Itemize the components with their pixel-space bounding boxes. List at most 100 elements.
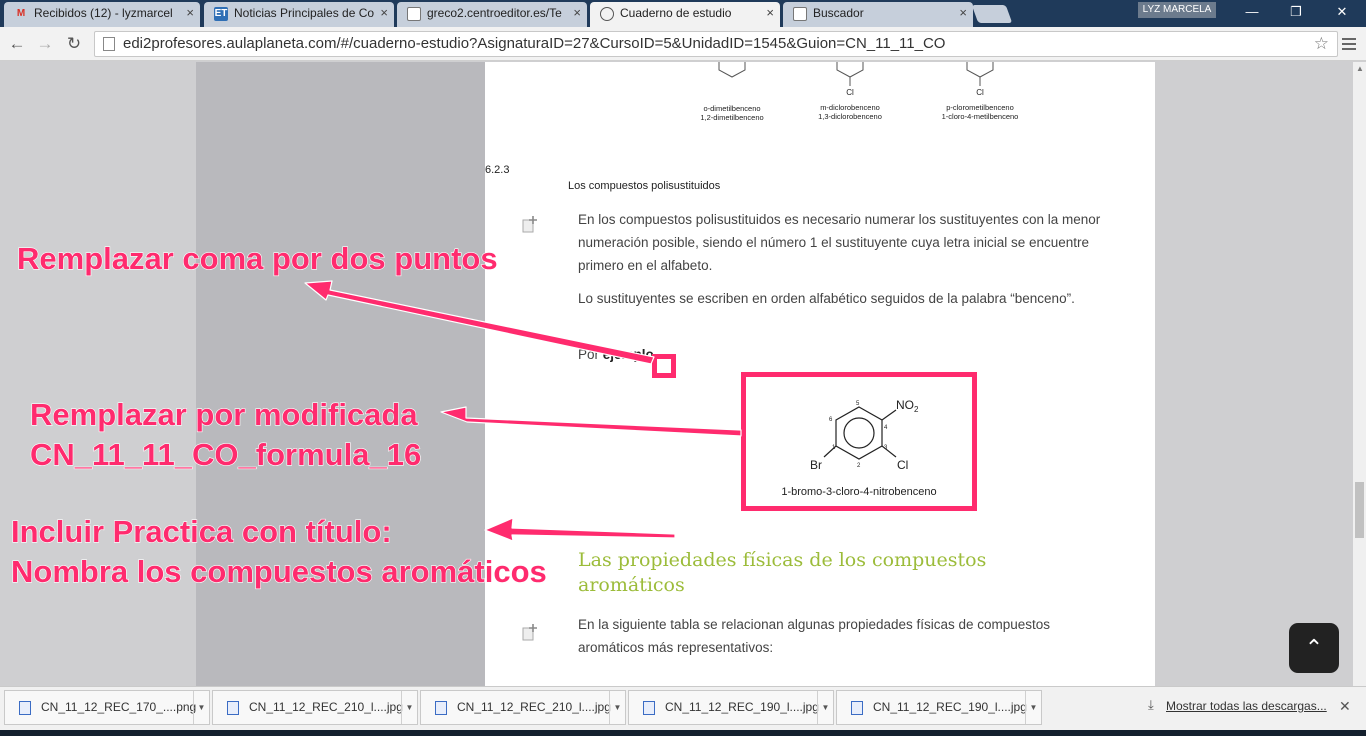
tab-gmail[interactable]: M Recibidos (12) - lyzmarcel × — [4, 2, 200, 27]
chevron-down-icon[interactable]: ▼ — [401, 691, 417, 724]
page-viewport: o-dimetilbenceno 1,2-dimetilbenceno Cl m… — [0, 62, 1366, 686]
molecules-row: o-dimetilbenceno 1,2-dimetilbenceno Cl m… — [485, 62, 1155, 132]
image-file-icon — [435, 701, 447, 715]
gmail-icon: M — [16, 8, 26, 19]
download-filename: CN_11_12_REC_210_l....jpg — [457, 700, 611, 714]
molecule-name-iupac: 1-cloro-4-metilbenceno — [941, 112, 1019, 121]
add-note-icon[interactable] — [521, 622, 541, 642]
maximize-icon[interactable]: ❐ — [1284, 3, 1308, 21]
section-title: Los compuestos polisustituidos — [568, 180, 721, 192]
chevron-up-icon: ⌃ — [1304, 635, 1324, 660]
download-icon: ⤓ — [1148, 697, 1154, 712]
annotation-text: Remplazar por modificada — [29, 396, 418, 432]
profile-badge[interactable]: LYZ MARCELA — [1138, 2, 1216, 18]
tab-title: Recibidos (12) - lyzmarcel — [34, 6, 173, 20]
position-number: 6 — [829, 417, 833, 423]
close-icon[interactable]: × — [959, 2, 967, 24]
download-item[interactable]: CN_11_12_REC_190_l....jpg ▼ — [836, 690, 1042, 725]
example-prefix: Por — [578, 347, 603, 362]
add-note-icon[interactable] — [521, 214, 541, 234]
chevron-down-icon[interactable]: ▼ — [817, 691, 833, 724]
taskbar-edge — [0, 730, 1366, 736]
tab-noticias[interactable]: ET Noticias Principales de Co × — [204, 2, 394, 27]
tab-greco[interactable]: greco2.centroeditor.es/Te × — [397, 2, 587, 27]
scroll-to-top-button[interactable]: ⌃ — [1289, 623, 1339, 673]
chevron-down-icon[interactable]: ▼ — [1025, 691, 1041, 724]
url-text: edi2profesores.aulaplaneta.com/#/cuadern… — [123, 35, 946, 52]
image-file-icon — [851, 701, 863, 715]
benzene-structure: NO2 Br Cl 5 6 4 3 2 1 1-bromo-3-cloro-4-… — [781, 398, 936, 498]
tab-title: greco2.centroeditor.es/Te — [427, 6, 562, 20]
section-number: 6.2.3 — [485, 164, 510, 176]
forward-arrow-icon[interactable]: → — [34, 33, 56, 55]
left-sidebar-panel — [196, 62, 485, 686]
download-item[interactable]: CN_11_12_REC_190_l....jpg ▼ — [628, 690, 834, 725]
close-icon[interactable]: ✕ — [1339, 698, 1351, 715]
molecule-name-iupac: 1,3-diclorobenceno — [818, 112, 882, 121]
position-number: 5 — [856, 401, 860, 407]
show-all-downloads-link[interactable]: Mostrar todas las descargas... — [1166, 699, 1327, 713]
molecule-para: Cl p-clorometilbenceno 1-cloro-4-metilbe… — [920, 62, 1040, 121]
download-filename: CN_11_12_REC_190_l....jpg — [665, 700, 819, 714]
annotation-text: Nombra los compuestos aromáticos — [10, 553, 547, 589]
download-item[interactable]: CN_11_12_REC_210_l....jpg ▼ — [420, 690, 626, 725]
cl-label: Cl — [897, 458, 908, 472]
chevron-down-icon[interactable]: ▼ — [193, 691, 209, 724]
scroll-up-arrow-icon[interactable]: ▲ — [1356, 64, 1364, 73]
download-bar: CN_11_12_REC_170_....png ▼ CN_11_12_REC_… — [0, 686, 1366, 736]
bookmark-star-icon[interactable]: ☆ — [1314, 32, 1329, 56]
address-bar[interactable]: edi2profesores.aulaplaneta.com/#/cuadern… — [94, 31, 1338, 57]
new-tab-button[interactable] — [971, 5, 1013, 23]
paragraph: En los compuestos polisustituidos es nec… — [578, 212, 1101, 273]
section-heading: Las propiedades físicas de los compuesto… — [578, 549, 987, 596]
image-file-icon — [227, 701, 239, 715]
scrollbar-thumb[interactable] — [1355, 482, 1364, 538]
molecule-meta: Cl m-diclorobenceno 1,3-diclorobenceno — [795, 62, 905, 121]
image-file-icon — [643, 701, 655, 715]
tab-strip: M Recibidos (12) - lyzmarcel × ET Notici… — [0, 0, 1366, 27]
close-icon[interactable]: × — [573, 2, 581, 24]
globe-icon — [600, 7, 614, 21]
reload-icon[interactable]: ↻ — [63, 33, 85, 55]
chrome-menu-icon[interactable] — [1342, 35, 1358, 53]
close-icon[interactable]: × — [766, 2, 774, 24]
tab-cuaderno[interactable]: Cuaderno de estudio × — [590, 2, 780, 27]
br-label: Br — [810, 458, 822, 472]
annotation-text: CN_11_11_CO_formula_16 — [29, 436, 422, 472]
molecule-name: o-dimetilbenceno — [703, 104, 761, 113]
page-icon — [407, 7, 421, 21]
download-item[interactable]: CN_11_12_REC_210_l....jpg ▼ — [212, 690, 418, 725]
close-icon[interactable]: × — [186, 2, 194, 24]
annotation-text: Incluir Practica con título: — [10, 513, 392, 549]
example-bold: ejemplo — [602, 347, 654, 362]
back-arrow-icon[interactable]: ← — [6, 33, 28, 55]
scrollbar[interactable]: ▲ — [1353, 62, 1366, 686]
page-icon — [103, 37, 115, 51]
window-close-icon[interactable]: ✕ — [1330, 3, 1354, 21]
minimize-icon[interactable]: — — [1240, 3, 1264, 21]
molecule-name: m-diclorobenceno — [820, 103, 880, 112]
page-icon — [793, 7, 807, 21]
tab-title: Noticias Principales de Co — [234, 6, 375, 20]
tab-buscador[interactable]: Buscador × — [783, 2, 973, 27]
chevron-down-icon[interactable]: ▼ — [609, 691, 625, 724]
image-file-icon — [19, 701, 31, 715]
download-filename: CN_11_12_REC_190_l....jpg — [873, 700, 1027, 714]
paragraph: En la siguiente tabla se relacionan algu… — [578, 617, 1051, 655]
tab-title: Buscador — [813, 6, 864, 20]
download-filename: CN_11_12_REC_170_....png — [41, 700, 197, 714]
download-filename: CN_11_12_REC_210_l....jpg — [249, 700, 403, 714]
download-item[interactable]: CN_11_12_REC_170_....png ▼ — [4, 690, 210, 725]
position-number: 2 — [857, 463, 861, 469]
close-icon[interactable]: × — [380, 2, 388, 24]
tab-title: Cuaderno de estudio — [620, 6, 732, 20]
browser-toolbar: ← → ↻ edi2profesores.aulaplaneta.com/#/c… — [0, 27, 1366, 61]
molecule-ortho: o-dimetilbenceno 1,2-dimetilbenceno — [677, 62, 787, 122]
annotation-text: Remplazar coma por dos puntos — [16, 240, 498, 276]
position-number: 4 — [884, 425, 888, 431]
formula-caption: 1-bromo-3-cloro-4-nitrobenceno — [781, 486, 936, 498]
molecule-name-iupac: 1,2-dimetilbenceno — [700, 113, 764, 122]
paragraph: Lo sustituyentes se escriben en orden al… — [578, 291, 1075, 306]
substituent-label: Cl — [976, 88, 984, 97]
substituent-label: Cl — [846, 88, 854, 97]
